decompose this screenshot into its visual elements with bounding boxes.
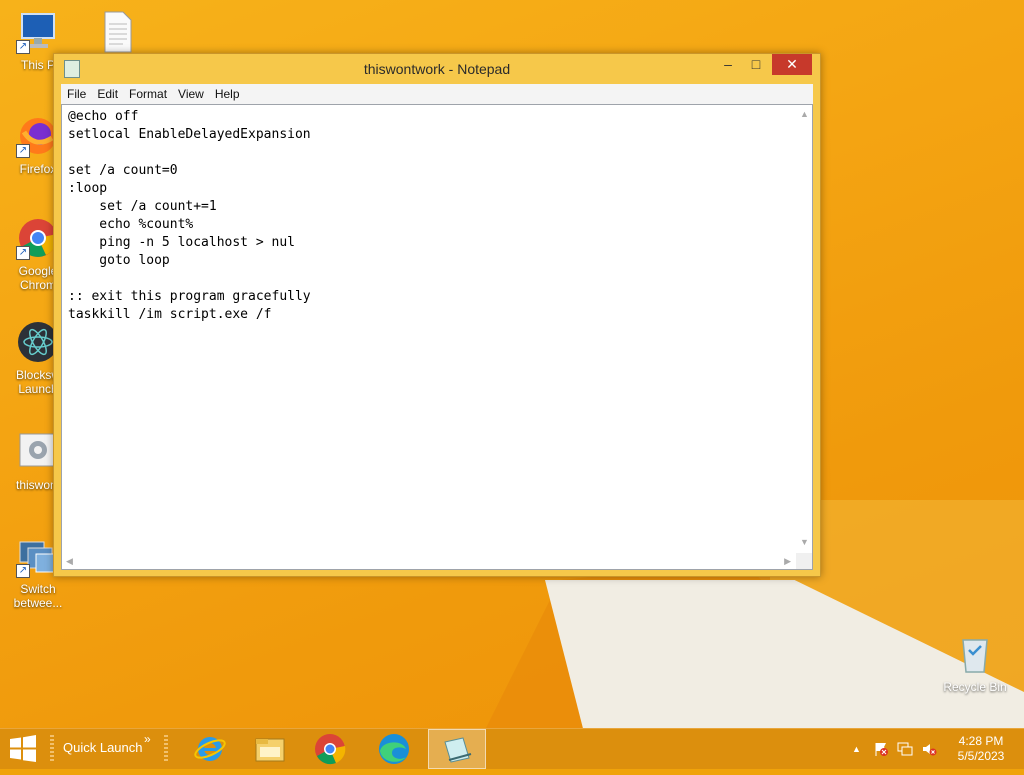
recycle-bin-icon [953, 632, 997, 676]
title-bar[interactable]: thiswontwork - Notepad – □ ✕ [54, 54, 820, 84]
notepad-window: thiswontwork - Notepad – □ ✕ File Edit For… [53, 53, 821, 577]
text-file-icon [95, 10, 139, 54]
internet-explorer-icon [194, 737, 226, 761]
system-clock[interactable]: 4:28 PM 5/5/2023 [950, 734, 1012, 764]
clock-time: 4:28 PM [958, 734, 1004, 748]
vertical-scrollbar[interactable]: ▲ ▼ [796, 105, 812, 551]
menu-format[interactable]: Format [123, 84, 172, 101]
desktop-icon-label: Switch betwee... [13, 582, 63, 610]
toolbar-grip[interactable] [50, 735, 54, 763]
desktop-icon-recycle-bin[interactable]: Recycle Bin [940, 632, 1010, 694]
volume-muted-icon[interactable] [921, 741, 937, 760]
file-explorer-icon [255, 738, 285, 762]
close-button[interactable]: ✕ [772, 54, 812, 75]
scrollbar-corner [796, 553, 812, 569]
menu-edit[interactable]: Edit [91, 84, 123, 101]
quick-launch-label[interactable]: Quick Launch [63, 740, 143, 755]
windows-logo-icon [10, 735, 36, 762]
horizontal-scrollbar[interactable]: ◀ ▶ [62, 553, 795, 569]
taskbar-edge[interactable] [366, 729, 422, 769]
start-button[interactable] [8, 735, 38, 763]
desktop-icon-text-file[interactable] [82, 10, 152, 58]
menu-bar: File Edit Format View Help [61, 84, 813, 104]
desktop-icon-label: Recycle Bin [943, 680, 1007, 694]
edge-icon [379, 734, 409, 764]
menu-file[interactable]: File [61, 84, 91, 101]
scroll-right-icon[interactable]: ▶ [784, 556, 791, 567]
taskbar: Quick Launch » ▲ 4:28 PM 5/5/2023 [0, 728, 1024, 769]
toolbar-grip[interactable] [164, 735, 168, 763]
chrome-icon [315, 734, 346, 765]
menu-view[interactable]: View [172, 84, 209, 101]
taskbar-file-explorer[interactable] [242, 729, 298, 769]
this-pc-icon: ↗ [16, 10, 60, 54]
maximize-button[interactable]: □ [742, 54, 770, 75]
scroll-left-icon[interactable]: ◀ [66, 556, 73, 567]
clock-date: 5/5/2023 [957, 749, 1005, 763]
action-center-flag-icon[interactable] [873, 741, 889, 760]
scroll-down-icon[interactable]: ▼ [800, 537, 809, 547]
taskbar-internet-explorer[interactable] [182, 729, 238, 769]
network-icon[interactable] [897, 741, 913, 760]
quick-launch-chevron-icon[interactable]: » [144, 732, 151, 746]
window-title: thiswontwork - Notepad [363, 61, 511, 77]
editor-content[interactable]: @echo off setlocal EnableDelayedExpansio… [68, 108, 311, 324]
show-hidden-icons-icon[interactable]: ▲ [852, 744, 861, 754]
scroll-up-icon[interactable]: ▲ [800, 109, 809, 119]
notepad-icon [444, 737, 472, 763]
minimize-button[interactable]: – [714, 54, 742, 75]
taskbar-chrome[interactable] [302, 729, 358, 769]
text-editor[interactable]: @echo off setlocal EnableDelayedExpansio… [61, 104, 813, 570]
menu-help[interactable]: Help [209, 84, 245, 101]
taskbar-notepad[interactable] [428, 729, 486, 769]
